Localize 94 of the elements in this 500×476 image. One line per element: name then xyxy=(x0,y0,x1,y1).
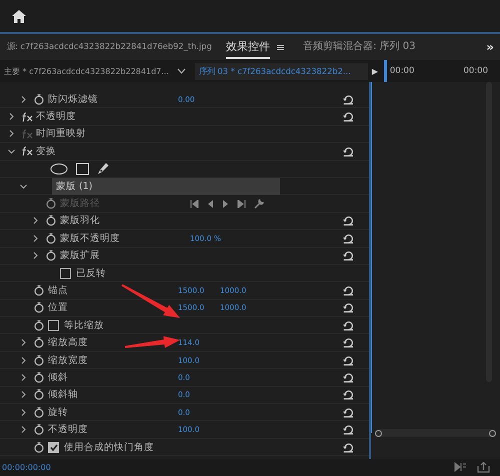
property-name: 锚点 xyxy=(48,284,68,297)
stopwatch-icon[interactable] xyxy=(34,406,44,418)
checkbox[interactable] xyxy=(60,268,71,279)
zoom-handle[interactable] xyxy=(375,430,382,436)
expand-icon[interactable] xyxy=(8,113,14,120)
annotation-arrow xyxy=(122,284,180,318)
property-name: 蒙版羽化 xyxy=(60,214,100,228)
zoom-scrollbar[interactable] xyxy=(375,429,496,437)
property-name: 缩放宽度 xyxy=(48,354,88,367)
home-icon[interactable] xyxy=(12,10,26,22)
stopwatch-icon[interactable] xyxy=(34,424,44,436)
reset-icon[interactable] xyxy=(343,284,354,296)
timecode[interactable]: 00:00:00:00 xyxy=(2,463,51,472)
stopwatch-icon[interactable] xyxy=(46,198,56,210)
property-name: 旋转 xyxy=(48,406,68,419)
property-name: 位置 xyxy=(48,301,68,314)
expand-icon[interactable] xyxy=(20,391,26,398)
dropdown-icon[interactable] xyxy=(176,68,186,74)
expand-icon[interactable] xyxy=(32,234,38,242)
stopwatch-icon[interactable] xyxy=(46,232,56,244)
reset-icon[interactable] xyxy=(343,389,354,400)
master-clip-label: 主要 * c7f263acdcdc4323822b22841d7... xyxy=(3,66,169,76)
effect-name[interactable]: 时间重映射 xyxy=(36,127,86,140)
property-name: 缩放高度 xyxy=(48,336,88,350)
expand-icon[interactable] xyxy=(20,408,26,416)
expand-icon[interactable] xyxy=(20,96,26,103)
stopwatch-icon[interactable] xyxy=(34,320,44,331)
reset-icon[interactable] xyxy=(343,215,354,226)
reset-icon[interactable] xyxy=(343,302,354,314)
reset-icon[interactable] xyxy=(343,94,354,105)
effect-name[interactable]: 不透明度 xyxy=(36,110,76,124)
property-name: 蒙版不透明度 xyxy=(60,232,120,245)
pen-icon[interactable] xyxy=(97,162,109,176)
rectangle-mask-icon[interactable] xyxy=(76,162,89,175)
wrench-icon[interactable] xyxy=(254,198,264,209)
stopwatch-icon[interactable] xyxy=(34,284,44,296)
reset-icon[interactable] xyxy=(343,146,354,157)
expand-icon[interactable] xyxy=(20,339,26,346)
reset-icon[interactable] xyxy=(343,250,354,262)
annotation-arrow xyxy=(124,336,180,348)
reset-icon[interactable] xyxy=(343,111,354,122)
reset-icon[interactable] xyxy=(343,424,354,436)
collapse-icon[interactable] xyxy=(20,182,26,190)
previous-keyframe-icon[interactable] xyxy=(190,200,199,208)
expand-icon[interactable] xyxy=(20,356,26,364)
reset-icon[interactable] xyxy=(343,442,354,452)
ellipse-mask-icon[interactable] xyxy=(50,162,68,175)
zoom-handle[interactable] xyxy=(489,430,496,436)
panel-menu-icon[interactable]: ≡ xyxy=(276,40,286,54)
stopwatch-icon[interactable] xyxy=(34,354,44,366)
checkbox[interactable] xyxy=(48,320,59,331)
property-name: 不透明度 xyxy=(48,423,88,436)
collapse-icon[interactable] xyxy=(8,148,14,155)
checkbox-label: 使用合成的快门角度 xyxy=(64,440,154,454)
reset-icon[interactable] xyxy=(343,337,354,348)
reset-icon[interactable] xyxy=(343,406,354,418)
expand-icon[interactable] xyxy=(32,252,38,260)
stopwatch-icon[interactable] xyxy=(34,337,44,348)
reset-icon[interactable] xyxy=(343,354,354,366)
sequence-clip-label[interactable]: 序列 03 * c7f263acdcdc4323822b2... xyxy=(194,62,368,80)
expand-icon[interactable] xyxy=(20,426,26,434)
panel-tab[interactable]: 源: c7f263acdcdc4323822b22841d76eb92_th.jpg xyxy=(7,38,212,56)
property-name: 蒙版扩展 xyxy=(60,249,100,262)
expand-icon[interactable] xyxy=(32,217,38,224)
export-icon[interactable] xyxy=(477,462,490,473)
next-keyframe-icon[interactable] xyxy=(237,200,246,208)
reset-icon[interactable] xyxy=(343,320,354,331)
effect-name[interactable]: 变换 xyxy=(36,144,56,158)
property-name: 防闪烁滤镜 xyxy=(48,92,98,106)
stopwatch-icon[interactable] xyxy=(34,302,44,314)
ruler-time: 00:00 xyxy=(390,66,414,76)
stopwatch-icon[interactable] xyxy=(34,94,44,105)
stopwatch-icon[interactable] xyxy=(34,372,44,383)
stopwatch-icon[interactable] xyxy=(34,442,44,452)
property-name: 倾斜 xyxy=(48,370,68,384)
reset-icon[interactable] xyxy=(343,232,354,244)
expand-icon[interactable] xyxy=(8,130,14,138)
play-audio-icon[interactable] xyxy=(454,462,467,472)
stopwatch-icon[interactable] xyxy=(46,250,56,262)
play-button[interactable]: ▶ xyxy=(372,66,384,76)
property-name: 倾斜轴 xyxy=(48,388,78,402)
checkbox-label: 已反转 xyxy=(76,266,106,280)
panel-tab[interactable]: 音频剪辑混合器: 序列 03 xyxy=(303,36,416,58)
overflow-button[interactable]: » xyxy=(486,40,494,54)
ruler-time: 00:00 xyxy=(464,66,488,76)
stopwatch-icon[interactable] xyxy=(46,215,56,226)
stopwatch-icon[interactable] xyxy=(34,389,44,400)
mask-name[interactable]: 蒙版 (1) xyxy=(52,178,280,195)
checkbox-label: 等比缩放 xyxy=(64,318,104,332)
expand-icon[interactable] xyxy=(20,374,26,381)
reset-icon[interactable] xyxy=(343,372,354,383)
property-name: 蒙版路径 xyxy=(60,197,100,210)
reverse-icon[interactable] xyxy=(207,200,214,208)
play-icon[interactable] xyxy=(222,200,229,208)
